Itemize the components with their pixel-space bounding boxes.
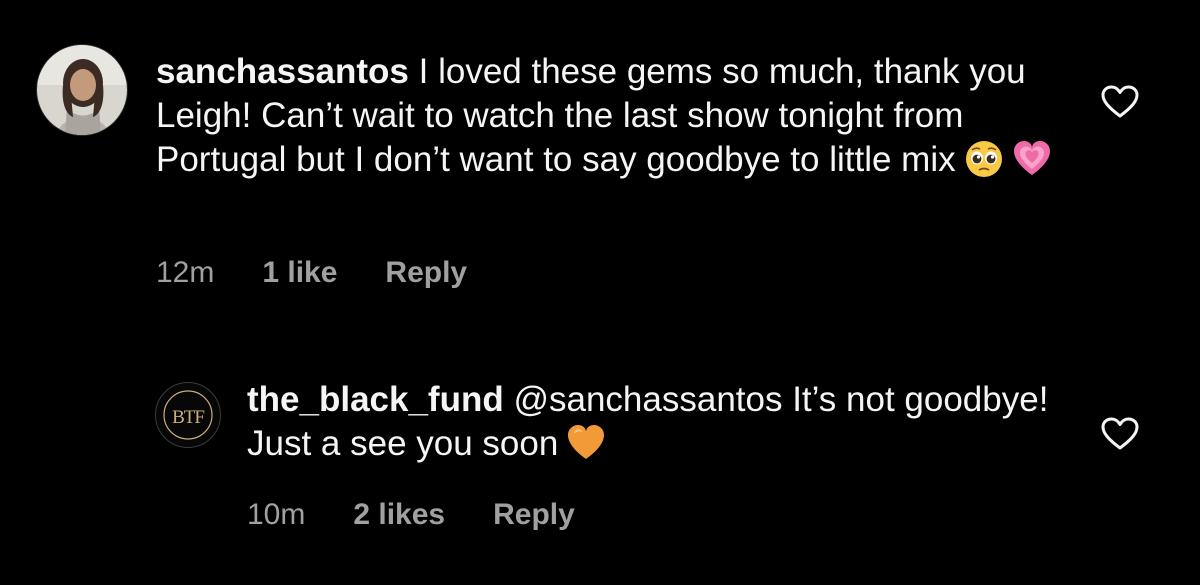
brand-logo-text: BTF: [172, 407, 204, 428]
comment: sanchassantos I loved these gems so much…: [36, 44, 1200, 304]
like-count[interactable]: 2 likes: [353, 498, 445, 532]
brand-avatar[interactable]: BTF: [155, 382, 221, 448]
username[interactable]: the_black_fund: [247, 380, 504, 419]
user-avatar[interactable]: [36, 44, 128, 136]
like-count[interactable]: 1 like: [262, 256, 337, 290]
pleading-face-emoji-icon: [965, 141, 1002, 177]
comment-time: 10m: [247, 498, 306, 531]
like-button[interactable]: [1100, 84, 1140, 120]
profile-photo-icon: [37, 45, 127, 135]
heart-outline-icon: [1101, 85, 1139, 118]
heart-outline-icon: [1101, 417, 1139, 450]
mention-link[interactable]: @sanchassantos: [504, 380, 782, 419]
username[interactable]: sanchassantos: [156, 52, 409, 91]
comment-time: 12m: [156, 256, 215, 289]
comment-body: sanchassantos I loved these gems so much…: [156, 50, 1056, 182]
brand-logo-icon: BTF: [158, 385, 218, 445]
comment-meta: 10m 2 likes Reply: [247, 498, 575, 532]
growing-heart-emoji-icon: [1013, 141, 1050, 175]
reply-button[interactable]: Reply: [493, 498, 575, 532]
like-button[interactable]: [1100, 416, 1140, 452]
comment-text: the_black_fund @sanchassantos It’s not g…: [247, 378, 1087, 466]
reply-comment: BTF the_black_fund @sanchassantos It’s n…: [155, 378, 1200, 548]
comment-meta: 12m 1 like Reply: [156, 256, 467, 290]
orange-heart-emoji-icon: [568, 425, 605, 459]
comment-text: sanchassantos I loved these gems so much…: [156, 50, 1056, 182]
reply-button[interactable]: Reply: [385, 256, 467, 290]
comment-body: the_black_fund @sanchassantos It’s not g…: [247, 378, 1087, 466]
